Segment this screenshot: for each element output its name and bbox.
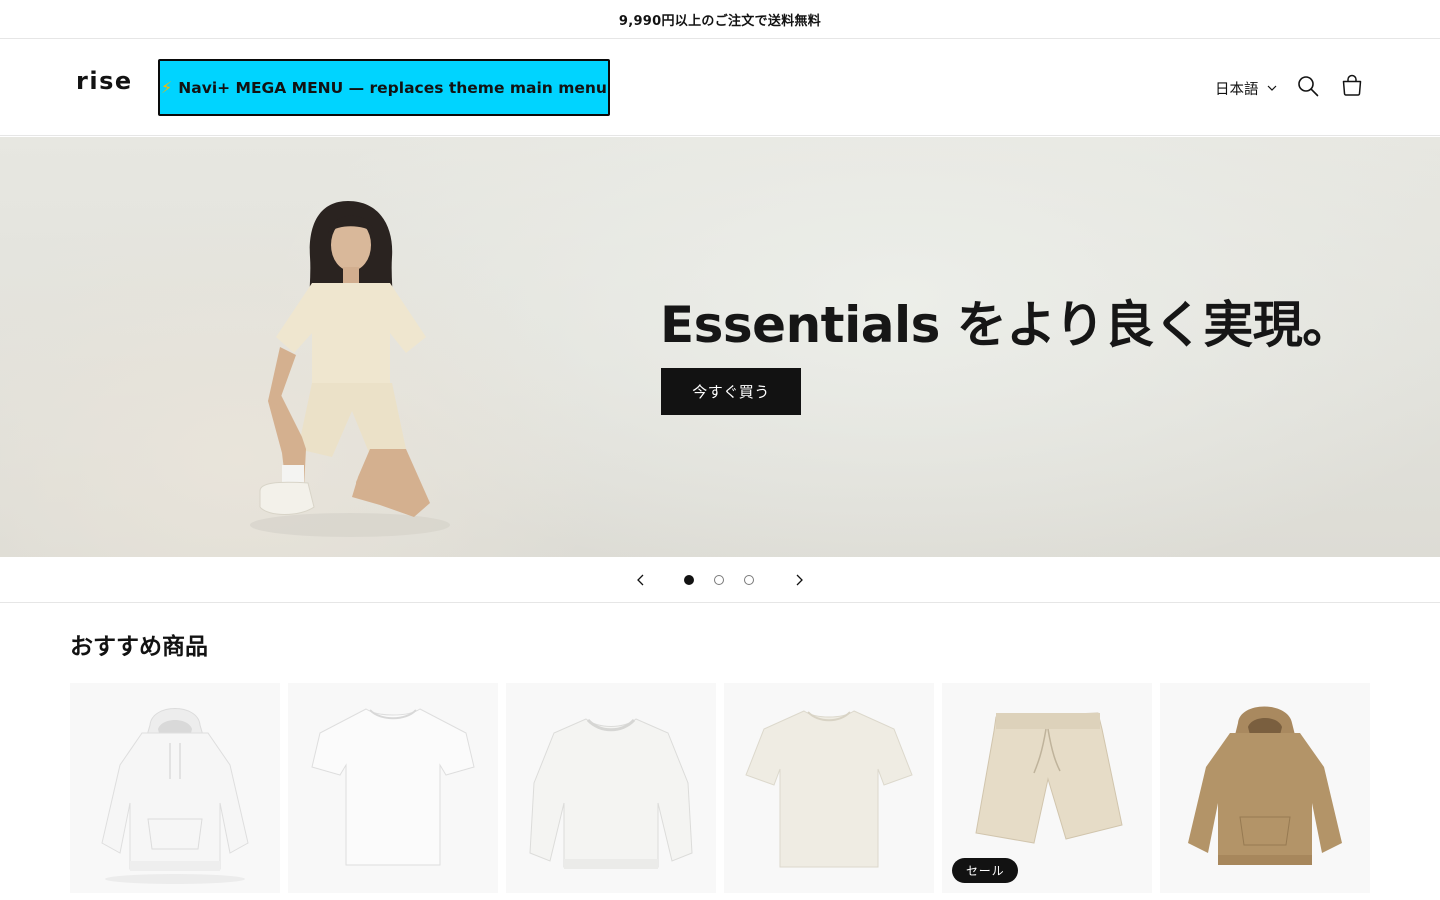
hero-model-image [250,201,450,537]
announcement-bar: 9,990円以上のご注文で送料無料 [0,0,1440,39]
language-selector[interactable]: 日本語 [1215,77,1277,99]
white-hoodie-image [101,708,249,884]
product-card[interactable] [1160,683,1370,893]
featured-products-title: おすすめ商品 [70,634,208,660]
slide-dot-3[interactable] [744,575,754,585]
language-label: 日本語 [1215,81,1259,98]
slide-dot-1[interactable] [684,575,694,585]
chevron-down-icon [1267,85,1276,91]
product-card[interactable] [288,683,498,893]
mega-menu-label: Navi+ MEGA MENU — replaces theme main me… [178,78,607,97]
sale-badge: セール [952,858,1019,883]
cart-icon[interactable] [1341,74,1363,96]
site-header: rise ⚡ Navi+ MEGA MENU — replaces theme … [0,39,1440,136]
product-card[interactable]: セール [942,683,1152,893]
white-sweatshirt-image [529,718,693,869]
product-card[interactable] [70,683,280,893]
slide-dot-2[interactable] [714,575,724,585]
chevron-right-icon[interactable] [791,572,807,588]
chevron-left-icon[interactable] [633,572,649,588]
search-icon[interactable] [1297,75,1319,97]
slideshow-controls [0,557,1440,603]
mega-menu-button[interactable]: ⚡ Navi+ MEGA MENU — replaces theme main … [158,59,610,116]
shop-now-button[interactable]: 今すぐ買う [661,368,801,415]
product-card[interactable] [724,683,934,893]
announcement-text: 9,990円以上のご注文で送料無料 [618,13,822,29]
cream-tshirt-image [745,710,913,868]
hero-banner: Essentials をより良く実現。 今すぐ買う [0,137,1440,557]
store-logo[interactable]: rise [76,67,133,95]
tan-hoodie-image [1188,706,1342,865]
hero-heading: Essentials をより良く実現。 [660,296,1352,354]
product-card[interactable] [506,683,716,893]
white-tshirt-image [311,708,475,866]
lightning-bolt-icon: ⚡ [161,78,173,97]
